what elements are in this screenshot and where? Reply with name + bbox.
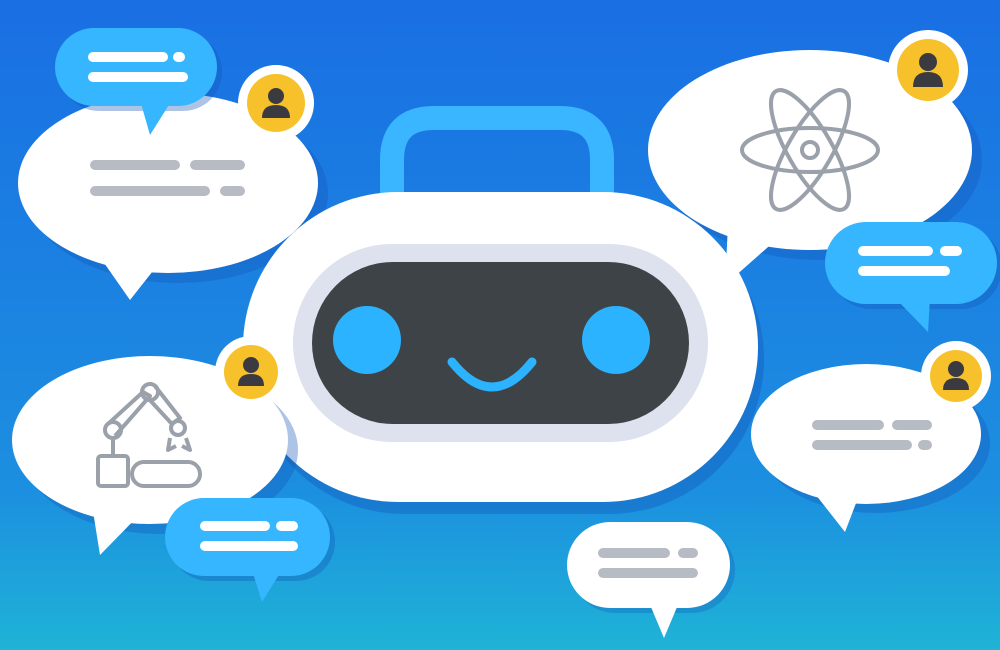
user-avatar-icon [238,65,314,141]
chatbot-illustration [0,0,1000,650]
eye-icon [582,306,650,374]
user-avatar-icon [215,336,287,408]
illustration-canvas [0,0,1000,650]
user-avatar-icon [921,341,991,411]
eye-icon [333,306,401,374]
user-avatar-icon [888,30,968,110]
